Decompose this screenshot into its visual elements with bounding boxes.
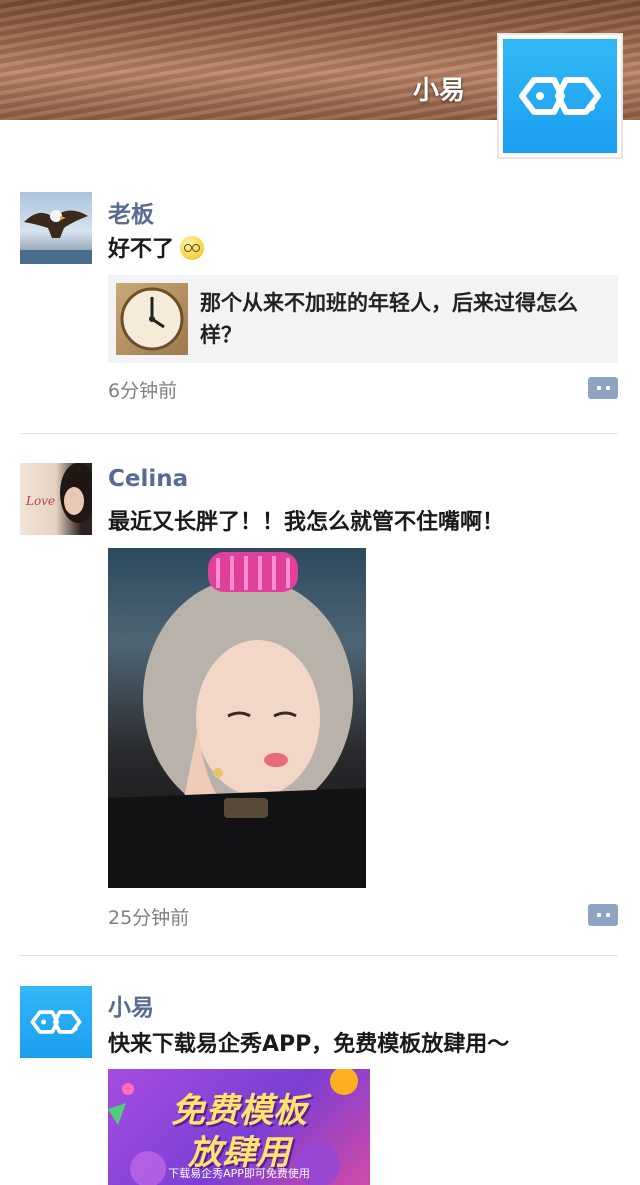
post-divider <box>20 433 618 434</box>
profile-avatar[interactable] <box>497 33 623 159</box>
ad-subtitle: 下载易企秀APP即可免费使用 <box>168 1167 310 1180</box>
comment-icon[interactable] <box>588 377 618 399</box>
post-author-name[interactable]: 老板 <box>108 195 154 229</box>
post-divider <box>20 955 618 956</box>
avatar-eagle[interactable] <box>20 192 92 264</box>
post-photo[interactable] <box>108 548 366 888</box>
ad-banner-image[interactable]: 免费模板 放肆用 下载易企秀APP即可免费使用 <box>108 1069 370 1185</box>
svg-text:Love: Love <box>25 494 55 508</box>
post-author-name[interactable]: 小易 <box>108 988 154 1022</box>
moments-page: 小易 老板 好不了 那个从来不加班的年轻人，后来过得怎么样？ 6分钟前 Love… <box>0 0 640 1185</box>
smiley-face-icon <box>180 236 205 260</box>
post-text-content: 好不了 <box>108 237 175 262</box>
shared-link-card[interactable]: 那个从来不加班的年轻人，后来过得怎么样？ <box>108 275 618 363</box>
post-timestamp: 25分钟前 <box>108 907 190 929</box>
link-title: 那个从来不加班的年轻人，后来过得怎么样？ <box>200 291 578 347</box>
comment-icon[interactable] <box>588 904 618 926</box>
brand-logo-icon <box>503 39 617 153</box>
avatar-celina[interactable]: Love <box>20 463 92 535</box>
brand-logo-icon <box>30 1010 82 1034</box>
clock-thumbnail <box>116 283 188 355</box>
cover-username: 小易 <box>412 76 465 106</box>
post-author-name[interactable]: Celina <box>108 466 188 492</box>
post-timestamp: 6分钟前 <box>108 380 178 402</box>
avatar-brand[interactable] <box>20 986 92 1058</box>
post-text: 最近又长胖了！！我怎么就管不住嘴啊！ <box>108 510 505 535</box>
post-text: 快来下载易企秀APP，免费模板放肆用～ <box>108 1032 510 1057</box>
post-text: 好不了 <box>108 231 205 263</box>
